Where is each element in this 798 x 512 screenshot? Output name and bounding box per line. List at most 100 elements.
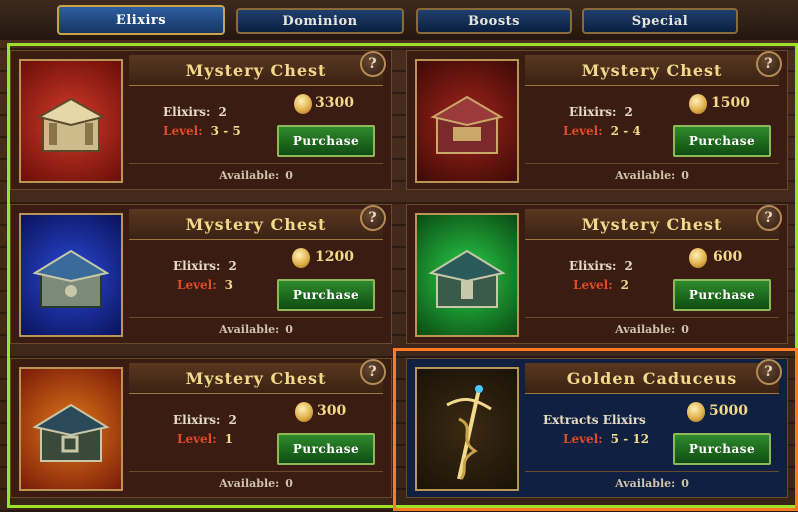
purchase-label: Purchase	[688, 442, 756, 456]
golden-caduceus-icon	[415, 367, 519, 491]
help-glyph: ?	[368, 210, 378, 226]
available-count: Available: 0	[129, 317, 383, 340]
tab-label: Special	[631, 13, 689, 29]
purchase-label: Purchase	[292, 134, 360, 148]
purchase-button[interactable]: Purchase	[673, 433, 771, 465]
price: 300	[317, 403, 347, 419]
available-label: Available:	[219, 476, 280, 490]
elixirs-label: Elixirs: 2	[173, 259, 237, 273]
coin-icon	[689, 94, 707, 114]
available-label: Available:	[219, 168, 280, 182]
tab-special[interactable]: Special	[582, 8, 738, 34]
purchase-label: Purchase	[292, 288, 360, 302]
help-icon[interactable]: ?	[360, 359, 386, 385]
tab-bar: Elixirs Dominion Boosts Special	[0, 0, 798, 40]
help-icon[interactable]: ?	[756, 51, 782, 77]
help-glyph: ?	[764, 56, 774, 72]
help-icon[interactable]: ?	[756, 359, 782, 385]
card-title-text: Mystery Chest	[185, 368, 327, 388]
tab-label: Boosts	[468, 13, 520, 29]
elixirs-value: 2	[228, 413, 237, 427]
purchase-button[interactable]: Purchase	[673, 279, 771, 311]
level-label-text: Level:	[177, 432, 217, 446]
purchase-button[interactable]: Purchase	[277, 433, 375, 465]
elixirs-label-text: Elixirs:	[173, 259, 221, 273]
tab-label: Elixirs	[115, 12, 167, 28]
card-title-text: Mystery Chest	[581, 60, 723, 80]
purchase-button[interactable]: Purchase	[277, 279, 375, 311]
elixirs-value: 2	[624, 259, 633, 273]
extracts-elixirs-text: Extracts Elixirs	[543, 413, 646, 427]
available-label: Available:	[615, 322, 676, 336]
help-glyph: ?	[368, 56, 378, 72]
help-icon[interactable]: ?	[756, 205, 782, 231]
card-title-text: Golden Caduceus	[566, 368, 738, 388]
elixirs-label-text: Elixirs:	[569, 259, 617, 273]
price: 1500	[711, 95, 750, 111]
available-count: Available: 0	[525, 317, 779, 340]
purchase-label: Purchase	[688, 288, 756, 302]
tab-dominion[interactable]: Dominion	[236, 8, 404, 34]
elixirs-value: 2	[624, 105, 633, 119]
coin-icon	[295, 402, 313, 422]
available-value: 0	[681, 322, 689, 336]
available-count: Available: 0	[129, 163, 383, 186]
help-glyph: ?	[368, 364, 378, 380]
coin-icon	[292, 248, 310, 268]
tab-elixirs[interactable]: Elixirs	[57, 5, 225, 35]
shop-card-mystery-chest-5: Mystery Chest ? Elixirs: 2 Level: 1 300 Pu…	[10, 358, 392, 498]
level-label: Level: 1	[177, 432, 233, 446]
purchase-button[interactable]: Purchase	[277, 125, 375, 157]
coin-icon	[294, 94, 312, 114]
level-value: 5 - 12	[610, 432, 650, 446]
tab-boosts[interactable]: Boosts	[416, 8, 572, 34]
level-label-text: Level:	[563, 432, 603, 446]
help-icon[interactable]: ?	[360, 205, 386, 231]
price: 5000	[709, 403, 748, 419]
level-label: Level: 2 - 4	[563, 124, 641, 138]
card-title-text: Mystery Chest	[581, 214, 723, 234]
blue-chest-icon	[19, 213, 123, 337]
elixirs-label-text: Elixirs:	[163, 105, 211, 119]
available-label: Available:	[219, 322, 280, 336]
price: 600	[713, 249, 743, 265]
help-icon[interactable]: ?	[360, 51, 386, 77]
available-label: Available:	[615, 168, 676, 182]
level-value: 3 - 5	[210, 124, 241, 138]
coin-icon	[687, 402, 705, 422]
purchase-label: Purchase	[688, 134, 756, 148]
extracts-elixirs-label: Extracts Elixirs	[543, 413, 646, 427]
shop-card-mystery-chest-1: Mystery Chest ? Elixirs: 2 Level: 3 - 5 33…	[10, 50, 392, 190]
available-value: 0	[285, 476, 293, 490]
card-title: Golden Caduceus ?	[525, 359, 782, 394]
elixirs-label-text: Elixirs:	[569, 105, 617, 119]
card-title: Mystery Chest ?	[129, 359, 386, 394]
purchase-button[interactable]: Purchase	[673, 125, 771, 157]
purchase-label: Purchase	[292, 442, 360, 456]
level-label: Level: 3 - 5	[163, 124, 241, 138]
level-value: 3	[224, 278, 234, 292]
available-count: Available: 0	[525, 163, 779, 186]
level-label-text: Level:	[563, 124, 603, 138]
elixirs-label: Elixirs: 2	[569, 259, 633, 273]
card-title-text: Mystery Chest	[185, 214, 327, 234]
level-value: 2 - 4	[610, 124, 641, 138]
card-title: Mystery Chest ?	[525, 205, 782, 240]
green-chest-icon	[415, 213, 519, 337]
price: 1200	[315, 249, 354, 265]
price: 3300	[315, 95, 354, 111]
available-value: 0	[285, 168, 293, 182]
card-title-text: Mystery Chest	[185, 60, 327, 80]
level-label: Level: 3	[177, 278, 233, 292]
card-title: Mystery Chest ?	[129, 205, 386, 240]
level-value: 2	[620, 278, 630, 292]
shop-card-mystery-chest-2: Mystery Chest ? Elixirs: 2 Level: 2 - 4 15…	[406, 50, 788, 190]
elixirs-label: Elixirs: 2	[163, 105, 227, 119]
elixirs-value: 2	[228, 259, 237, 273]
level-label-text: Level:	[177, 278, 217, 292]
shop-card-mystery-chest-3: Mystery Chest ? Elixirs: 2 Level: 3 1200 P…	[10, 204, 392, 344]
available-value: 0	[681, 476, 689, 490]
help-glyph: ?	[764, 210, 774, 226]
card-title: Mystery Chest ?	[525, 51, 782, 86]
available-count: Available: 0	[129, 471, 383, 494]
